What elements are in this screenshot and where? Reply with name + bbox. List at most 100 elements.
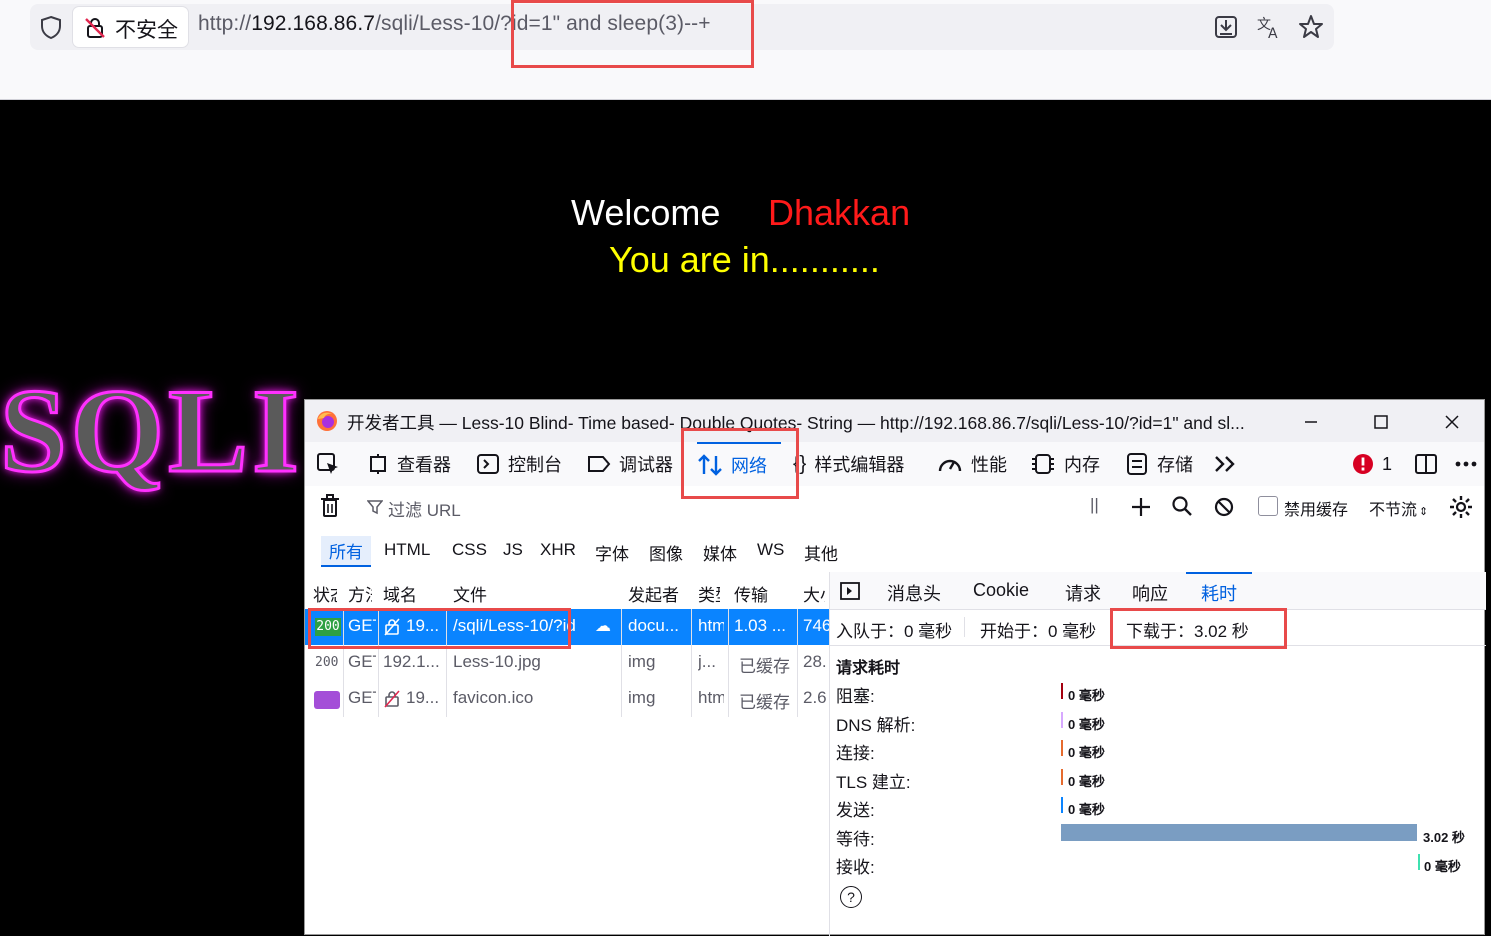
close-icon[interactable] (1438, 408, 1466, 436)
element-picker-button[interactable] (315, 442, 349, 486)
highlight-url-payload (511, 0, 754, 68)
row-type: htm (698, 688, 724, 707)
error-count: 1 (1382, 453, 1393, 474)
type-js[interactable]: JS (503, 540, 523, 560)
block-icon[interactable] (1213, 496, 1235, 518)
table-row[interactable]: GET 19... favicon.ico img htm 已缓存 2.6 (305, 681, 829, 717)
error-icon (1353, 454, 1373, 474)
tab-headers[interactable]: 消息头 (887, 580, 941, 606)
console-icon (477, 454, 499, 474)
type-xhr[interactable]: XHR (540, 540, 576, 560)
chevron-double-right-icon (1215, 456, 1235, 472)
tab-memory[interactable]: 内存 (1030, 442, 1100, 486)
col-type[interactable]: 类型 (698, 581, 720, 606)
col-size[interactable]: 大小 (803, 581, 825, 606)
maximize-icon[interactable] (1367, 408, 1395, 436)
gear-icon[interactable] (1449, 495, 1473, 519)
timing-label-dns: DNS 解析: (836, 716, 916, 735)
minimize-icon[interactable] (1297, 408, 1325, 436)
timing-value-send: 0 毫秒 (1068, 802, 1105, 817)
row-initiator: img (628, 652, 656, 671)
translate-icon[interactable]: 文A (1255, 13, 1283, 41)
tab-style-editor-label: 样式编辑器 (814, 455, 905, 475)
more-tabs-button[interactable] (1213, 442, 1245, 486)
trash-icon[interactable] (319, 494, 341, 518)
devtools-menu-button[interactable] (1453, 442, 1487, 486)
type-images[interactable]: 图像 (649, 540, 683, 565)
divider (964, 617, 965, 637)
timing-bar-receive (1418, 854, 1420, 870)
status-badge (314, 691, 340, 709)
help-icon[interactable]: ? (840, 886, 862, 908)
error-count-badge[interactable]: 1 (1352, 442, 1392, 486)
url-host: 192.168.86.7 (251, 12, 376, 35)
result-message: You are in........... (609, 239, 880, 280)
search-icon[interactable] (1171, 495, 1193, 517)
toggle-sidebar-icon[interactable] (840, 581, 860, 601)
add-request-icon[interactable] (1130, 496, 1152, 518)
timing-label-wait: 等待: (836, 830, 875, 849)
type-ws[interactable]: WS (757, 540, 784, 560)
tab-performance[interactable]: 性能 (937, 442, 1007, 486)
row-size: 746 (803, 616, 829, 635)
insecure-connection-badge[interactable]: 不安全 (73, 7, 188, 47)
pause-icon[interactable]: || (1090, 495, 1099, 515)
filter-funnel-icon (367, 500, 383, 515)
tab-inspector[interactable]: 查看器 (367, 442, 451, 486)
tab-performance-label: 性能 (971, 455, 1007, 475)
cloud-icon: ☁ (595, 618, 611, 635)
timing-value-dns: 0 毫秒 (1068, 717, 1105, 732)
col-transfer[interactable]: 传输 (734, 581, 768, 606)
filter-url-placeholder: 过滤 URL (388, 501, 461, 520)
network-filter-bar: 过滤 URL || 禁用缓存 不节流 ⇕ (305, 486, 1484, 529)
tab-style-editor[interactable]: {} 样式编辑器 (793, 442, 904, 486)
tab-debugger[interactable]: 调试器 (587, 442, 673, 486)
column-divider (691, 609, 692, 717)
tab-response[interactable]: 响应 (1132, 580, 1168, 606)
tab-cookies[interactable]: Cookie (973, 580, 1029, 601)
row-type: j... (698, 652, 716, 671)
debugger-icon (588, 456, 611, 472)
disable-cache-checkbox[interactable] (1258, 496, 1278, 516)
tab-request[interactable]: 请求 (1065, 580, 1101, 606)
welcome-name: Dhakkan (768, 192, 911, 233)
tab-storage-label: 存储 (1157, 455, 1193, 475)
save-download-icon[interactable] (1212, 13, 1240, 41)
sqli-banner-image: SQLI (0, 363, 303, 499)
timing-value-tls: 0 毫秒 (1068, 774, 1105, 789)
type-all[interactable]: 所有 (321, 536, 371, 567)
type-other[interactable]: 其他 (804, 540, 838, 565)
tracking-protection-shield-icon[interactable] (38, 14, 64, 40)
throttle-select[interactable]: 不节流 ⇕ (1369, 496, 1428, 520)
url-prefix: http:// (198, 12, 252, 35)
row-transfer: 1.03 ... (734, 616, 786, 635)
col-initiator[interactable]: 发起者 (628, 581, 679, 606)
col-status[interactable]: 状态 (313, 581, 337, 606)
tab-timings[interactable]: 耗时 (1201, 580, 1237, 606)
tab-storage[interactable]: 存储 (1125, 442, 1193, 486)
type-css[interactable]: CSS (452, 540, 487, 560)
bookmark-star-icon[interactable] (1297, 13, 1325, 41)
type-fonts[interactable]: 字体 (595, 540, 629, 565)
details-tabbar: 消息头 Cookie 请求 响应 耗时 (830, 572, 1486, 610)
type-media[interactable]: 媒体 (703, 540, 737, 565)
col-file[interactable]: 文件 (453, 581, 487, 606)
col-method[interactable]: 方法 (348, 581, 372, 606)
tab-console[interactable]: 控制台 (476, 442, 562, 486)
row-initiator: docu... (628, 616, 680, 635)
dock-toggle-button[interactable] (1413, 442, 1447, 486)
tab-inspector-label: 查看器 (397, 455, 451, 475)
started-at: 开始于：0 毫秒 (980, 622, 1097, 641)
tab-console-label: 控制台 (508, 455, 562, 475)
request-type-filter: 所有 HTML CSS JS XHR 字体 图像 媒体 WS 其他 (305, 528, 1484, 573)
inspector-icon (370, 454, 386, 474)
storage-icon (1127, 453, 1147, 475)
tab-debugger-label: 调试器 (619, 455, 673, 475)
timing-value-blocked: 0 毫秒 (1068, 688, 1105, 703)
memory-icon (1032, 454, 1054, 474)
more-dots-icon (1455, 461, 1477, 467)
table-row[interactable]: 200 GET 192.1... Less-10.jpg img j... 已缓… (305, 645, 829, 681)
col-domain[interactable]: 域名 (383, 581, 417, 606)
timing-bar-blocked (1061, 683, 1063, 699)
type-html[interactable]: HTML (384, 540, 430, 560)
